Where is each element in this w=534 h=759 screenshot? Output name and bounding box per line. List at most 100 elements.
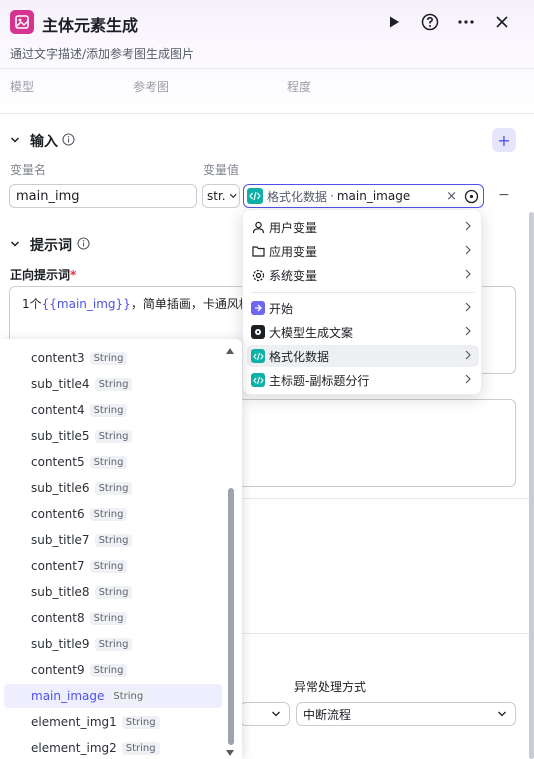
variable-list-item[interactable]: content6 String	[4, 502, 222, 526]
var-value-field[interactable]: 格式化数据 · main_image ×	[243, 184, 484, 208]
variable-name: content8	[31, 611, 85, 625]
add-input-button[interactable]: +	[492, 128, 516, 152]
variable-list-item[interactable]: element_img2 String	[4, 736, 222, 759]
value-var-label: main_image	[336, 189, 411, 203]
variable-name: content5	[31, 455, 85, 469]
variable-name: main_image	[31, 689, 105, 703]
menu-item-label: 主标题-副标题分行	[269, 373, 370, 388]
variable-list-item[interactable]: content4 String	[4, 398, 222, 422]
close-icon	[496, 16, 508, 28]
help-button[interactable]	[418, 10, 442, 34]
menu-item-system-vars[interactable]: 系统变量	[247, 264, 479, 286]
chevron-right-icon	[465, 374, 471, 384]
reference-column-title: 参考图	[133, 80, 170, 94]
variable-list-item[interactable]: main_image String	[4, 684, 222, 708]
variable-name: content6	[31, 507, 85, 521]
menu-item-node-start[interactable]: 开始	[247, 297, 479, 319]
chevron-right-icon	[465, 245, 471, 255]
chevron-down-icon	[498, 711, 506, 717]
play-icon	[390, 16, 399, 28]
variable-name: content4	[31, 403, 85, 417]
more-button[interactable]	[454, 10, 478, 34]
variable-name: content7	[31, 559, 85, 573]
error-handling-value: 中断流程	[303, 707, 352, 722]
panel-scrollbar[interactable]	[529, 212, 534, 759]
type-badge: String	[89, 611, 128, 625]
type-badge: String	[94, 481, 133, 495]
error-handling-label: 异常处理方式	[294, 680, 367, 694]
divider	[0, 68, 534, 69]
prompt-section-toggle[interactable]	[10, 238, 20, 253]
model-column-title: 模型	[10, 80, 35, 94]
type-select[interactable]: str.	[202, 184, 240, 208]
variable-name: element_img2	[31, 741, 117, 755]
menu-item-label: 应用变量	[269, 244, 318, 259]
menu-item-label: 大模型生成文案	[269, 325, 354, 340]
menu-item-user-vars[interactable]: 用户变量	[247, 216, 479, 238]
chevron-right-icon	[465, 269, 471, 279]
type-badge: String	[94, 429, 133, 443]
code-node-icon	[251, 349, 265, 363]
target-icon[interactable]	[464, 189, 479, 204]
llm-node-icon	[251, 325, 265, 339]
settings-icon	[251, 268, 265, 282]
divider	[242, 633, 534, 634]
variable-list-scrollbar[interactable]	[228, 488, 234, 745]
variable-list-item[interactable]: sub_title7 String	[4, 528, 222, 552]
variable-list-item[interactable]: sub_title4 String	[4, 372, 222, 396]
variable-list-item[interactable]: sub_title8 String	[4, 580, 222, 604]
type-badge: String	[89, 663, 128, 677]
chevron-right-icon	[465, 302, 471, 312]
info-icon[interactable]	[62, 133, 75, 150]
clear-value-button[interactable]: ×	[446, 189, 457, 204]
var-name-input[interactable]: main_img	[9, 184, 197, 208]
variable-name: content3	[31, 351, 85, 365]
remove-input-button[interactable]: −	[498, 187, 510, 203]
variable-list-item[interactable]: content3 String	[4, 346, 222, 370]
variable-list-item[interactable]: sub_title9 String	[4, 632, 222, 656]
retry-select[interactable]	[240, 702, 290, 726]
chevron-down-icon	[229, 193, 237, 199]
prompt-variable: {{main_img}}	[41, 297, 131, 311]
variable-name: sub_title8	[31, 585, 90, 599]
variable-list-item[interactable]: content9 String	[4, 658, 222, 682]
variable-list-item[interactable]: element_img1 String	[4, 710, 222, 734]
divider	[242, 498, 534, 499]
menu-item-app-vars[interactable]: 应用变量	[247, 240, 479, 262]
menu-item-node-title-split[interactable]: 主标题-副标题分行	[247, 369, 479, 391]
scroll-down-arrow[interactable]	[226, 750, 234, 756]
prompt-section-title: 提示词	[30, 238, 72, 254]
type-badge: String	[94, 533, 133, 547]
node-title: 主体元素生成	[42, 16, 139, 35]
scroll-up-arrow[interactable]	[226, 348, 234, 354]
variable-list-item[interactable]: sub_title6 String	[4, 476, 222, 500]
variable-list-item[interactable]: content8 String	[4, 606, 222, 630]
type-select-value: str.	[207, 189, 226, 203]
type-badge: String	[109, 689, 148, 703]
folder-icon	[251, 244, 265, 258]
variable-list-item[interactable]: sub_title5 String	[4, 424, 222, 448]
run-button[interactable]	[382, 10, 406, 34]
variable-list-dropdown: content3 String sub_title4 String content4 St…	[0, 339, 242, 759]
degree-column-title: 程度	[287, 80, 312, 94]
image-node-icon	[10, 10, 34, 34]
chevron-right-icon	[465, 350, 471, 360]
user-icon	[251, 220, 265, 234]
variable-list-item[interactable]: content5 String	[4, 450, 222, 474]
info-icon[interactable]	[77, 237, 90, 254]
code-node-icon	[247, 188, 263, 204]
type-badge: String	[89, 559, 128, 573]
menu-item-node-format[interactable]: 格式化数据	[247, 345, 479, 367]
start-node-icon	[251, 301, 265, 315]
variable-list-item[interactable]: content7 String	[4, 554, 222, 578]
error-handling-select[interactable]: 中断流程	[296, 702, 516, 726]
type-badge: String	[121, 715, 160, 729]
chevron-right-icon	[465, 221, 471, 231]
menu-item-node-llm[interactable]: 大模型生成文案	[247, 321, 479, 343]
type-badge: String	[94, 377, 133, 391]
chevron-down-icon	[10, 137, 20, 143]
input-section-toggle[interactable]	[10, 134, 20, 149]
close-button[interactable]	[490, 10, 514, 34]
chevron-down-icon	[10, 241, 20, 247]
more-icon	[458, 20, 474, 24]
